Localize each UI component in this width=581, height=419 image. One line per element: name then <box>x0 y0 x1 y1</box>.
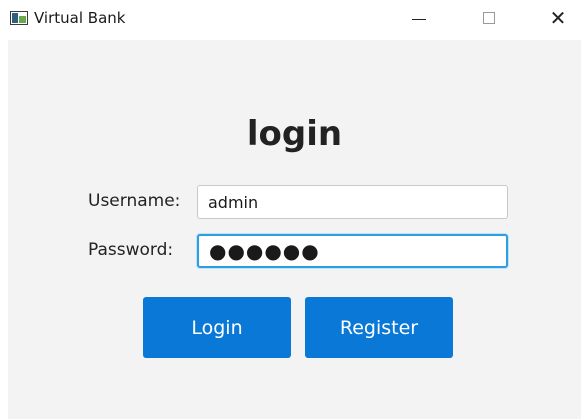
app-window-icon <box>10 11 28 25</box>
username-input[interactable] <box>197 185 508 219</box>
login-button[interactable]: Login <box>143 297 291 358</box>
password-input[interactable] <box>197 234 508 268</box>
app-window: Virtual Bank ✕ login Username: Password:… <box>0 0 581 419</box>
title-bar[interactable]: Virtual Bank ✕ <box>0 0 581 40</box>
password-label: Password: <box>88 240 174 260</box>
window-title: Virtual Bank <box>34 9 126 27</box>
register-button[interactable]: Register <box>305 297 453 358</box>
username-label: Username: <box>88 191 181 211</box>
minimize-icon <box>412 18 426 20</box>
maximize-button[interactable] <box>466 0 512 36</box>
minimize-button[interactable] <box>396 0 442 36</box>
login-panel: login Username: Password: Login Register <box>8 40 581 419</box>
page-title: login <box>246 114 343 154</box>
maximize-icon <box>483 12 495 24</box>
close-icon: ✕ <box>549 6 567 30</box>
close-button[interactable]: ✕ <box>535 0 581 36</box>
